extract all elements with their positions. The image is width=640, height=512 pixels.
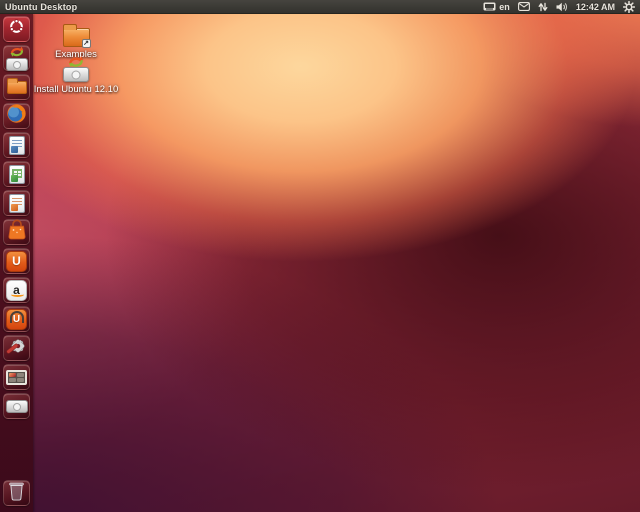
- launcher-item-software-center[interactable]: [3, 219, 30, 245]
- libreoffice-writer-icon: [9, 136, 25, 155]
- shortcut-arrow-emblem: ↗: [82, 39, 91, 48]
- amazon-smile-arrow: [11, 292, 24, 297]
- disk-drive-icon: [6, 400, 28, 413]
- libreoffice-calc-icon: [9, 165, 25, 184]
- workspace-cell: [9, 378, 16, 382]
- install-ubuntu-icon: [6, 45, 28, 71]
- home-folder-icon: [7, 81, 27, 94]
- ubuntu-one-music-icon: U: [6, 309, 27, 330]
- unity-launcher: U a U: [0, 14, 33, 512]
- ubuntu-logo-icon: [7, 17, 26, 41]
- desktop-icon-install-ubuntu[interactable]: Install Ubuntu 12.10: [32, 56, 120, 95]
- sound-indicator[interactable]: [556, 0, 568, 13]
- writer-badge: [11, 146, 18, 153]
- keyboard-layout-label: en: [499, 2, 510, 12]
- speaker-icon: [556, 2, 568, 12]
- clock-label: 12:42 AM: [576, 2, 615, 12]
- indicator-area: en 12:42 AM: [483, 0, 635, 13]
- launcher-item-ubuntu-one-music[interactable]: U: [3, 306, 30, 332]
- launcher-item-disk-drive[interactable]: [3, 393, 30, 419]
- launcher-item-system-settings[interactable]: [3, 335, 30, 361]
- ubuntu-one-letter: U: [12, 254, 21, 268]
- keyboard-icon: [483, 2, 496, 11]
- desktop-icon-label: Install Ubuntu 12.10: [34, 84, 119, 95]
- launcher-item-amazon[interactable]: a: [3, 277, 30, 303]
- session-menu-indicator[interactable]: [623, 0, 635, 13]
- active-app-title: Ubuntu Desktop: [5, 2, 77, 12]
- calc-badge: [11, 175, 18, 182]
- launcher-item-libreoffice-writer[interactable]: [3, 132, 30, 158]
- system-settings-icon: [6, 335, 28, 362]
- ubuntu-one-music-letter: U: [13, 314, 20, 325]
- keyboard-layout-indicator[interactable]: en: [483, 0, 510, 13]
- firefox-icon: [6, 103, 27, 129]
- impress-badge: [11, 204, 18, 211]
- gear-icon: [623, 1, 635, 13]
- workspace-cell-active: [9, 373, 16, 377]
- messages-indicator[interactable]: [518, 0, 530, 13]
- libreoffice-impress-icon: [9, 194, 25, 213]
- launcher-item-home-folder[interactable]: [3, 74, 30, 100]
- folder-shape: ↗: [63, 28, 90, 47]
- install-ubuntu-desktop-icon: [63, 56, 89, 82]
- workspace-cell: [17, 378, 24, 382]
- amazon-icon: a: [6, 280, 27, 301]
- install-arrows-icon: [9, 45, 25, 63]
- ubuntu-one-icon: U: [6, 251, 27, 272]
- trash-icon: [7, 480, 26, 507]
- launcher-item-firefox[interactable]: [3, 103, 30, 129]
- software-center-icon: [7, 219, 27, 245]
- dash-home-button[interactable]: [3, 16, 30, 42]
- sync-indicator[interactable]: [538, 0, 548, 13]
- examples-folder-icon: ↗: [63, 21, 90, 47]
- workspace-switcher-icon: [6, 370, 27, 385]
- launcher-item-libreoffice-impress[interactable]: [3, 190, 30, 216]
- launcher-items: U a U: [0, 14, 33, 419]
- sync-arrows-icon: [538, 2, 548, 12]
- launcher-item-ubuntu-one[interactable]: U: [3, 248, 30, 274]
- clock-indicator[interactable]: 12:42 AM: [576, 0, 615, 13]
- workspace-cell: [17, 373, 24, 377]
- install-arrows-icon: [67, 54, 85, 74]
- top-panel: Ubuntu Desktop en 12:42 AM: [0, 0, 640, 14]
- launcher-item-libreoffice-calc[interactable]: [3, 161, 30, 187]
- launcher-item-trash[interactable]: [3, 480, 30, 506]
- launcher-item-workspace-switcher[interactable]: [3, 364, 30, 390]
- envelope-icon: [518, 2, 530, 11]
- launcher-item-install-ubuntu[interactable]: [3, 45, 30, 71]
